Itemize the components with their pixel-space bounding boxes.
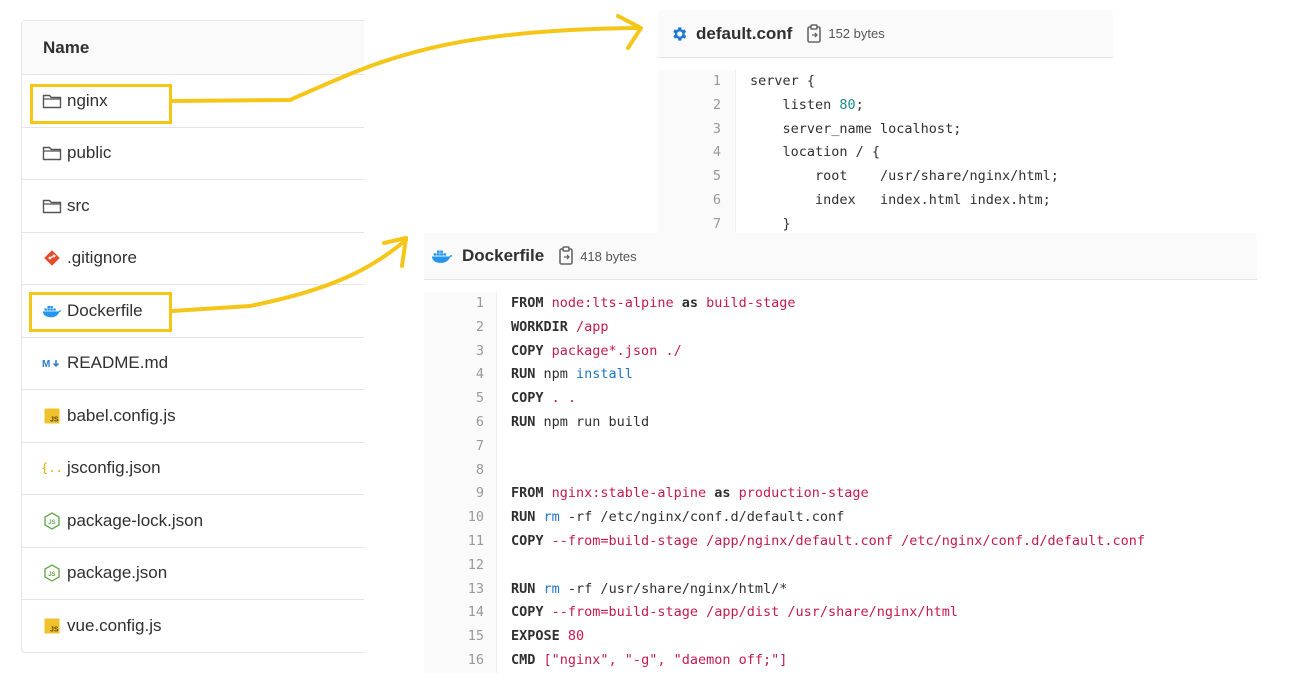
arrow-to-dockerfile xyxy=(170,238,408,313)
arrow-to-default-conf xyxy=(170,26,642,103)
annotation-arrows xyxy=(170,14,643,313)
arrowhead-default-conf xyxy=(616,14,643,50)
